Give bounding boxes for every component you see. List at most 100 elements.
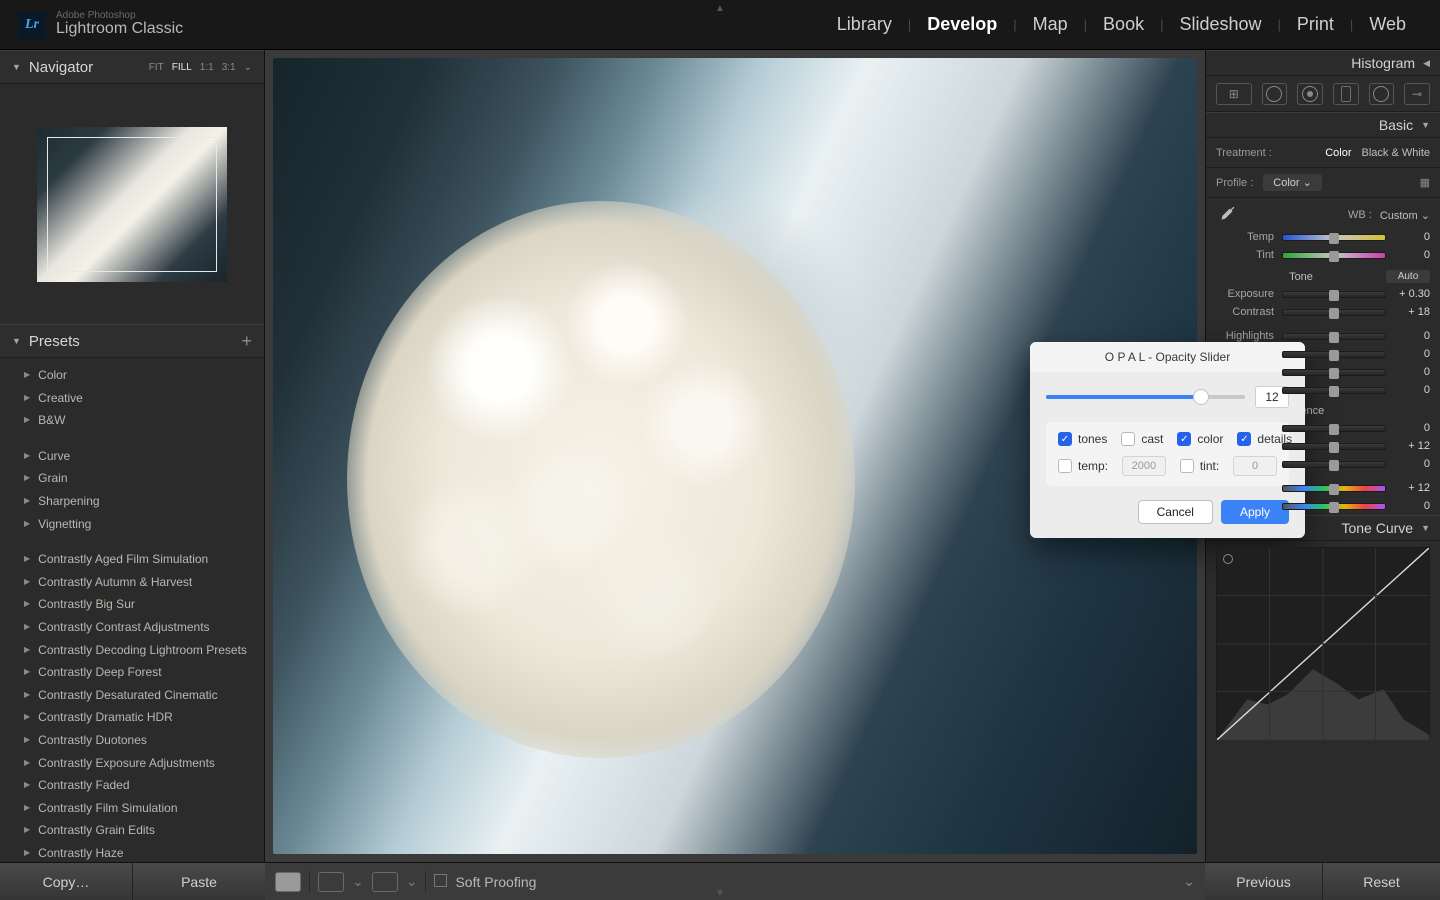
module-map[interactable]: Map (1017, 14, 1084, 35)
paste-button[interactable]: Paste (133, 863, 265, 900)
preset-folder[interactable]: ▶Contrastly Duotones (0, 729, 264, 752)
radial-tool-icon[interactable] (1369, 83, 1395, 105)
preset-folder[interactable]: ▶Creative (0, 387, 264, 410)
basic-header[interactable]: Basic▼ (1206, 112, 1440, 138)
chevron-right-icon: ▶ (24, 576, 30, 588)
preset-folder[interactable]: ▶Contrastly Faded (0, 774, 264, 797)
zoom-1to1[interactable]: 1:1 (200, 62, 214, 73)
temp-input[interactable]: 2000 (1122, 456, 1166, 476)
slider-tint[interactable]: Tint0 (1206, 246, 1440, 264)
preset-folder[interactable]: ▶Contrastly Deep Forest (0, 661, 264, 684)
profile-grid-icon[interactable]: ▦ (1420, 176, 1430, 189)
loupe-view-icon[interactable] (275, 872, 301, 892)
preset-folder[interactable]: ▶Contrastly Contrast Adjustments (0, 616, 264, 639)
reset-button[interactable]: Reset (1323, 863, 1440, 900)
slider-temp[interactable]: Temp0 (1206, 228, 1440, 246)
preset-folder[interactable]: ▶Curve (0, 445, 264, 468)
spot-tool-icon[interactable] (1262, 83, 1288, 105)
wb-value[interactable]: Custom (1380, 210, 1418, 222)
treatment-color[interactable]: Color (1325, 147, 1351, 159)
checkbox-tones[interactable]: ✓tones (1058, 432, 1107, 446)
profile-row[interactable]: Profile : Color ⌄ ▦ (1206, 168, 1440, 198)
preset-group-contrastly: ▶Contrastly Aged Film Simulation▶Contras… (0, 542, 264, 862)
opacity-slider[interactable]: 12 (1046, 386, 1289, 408)
before-after-tb-icon[interactable] (372, 872, 398, 892)
module-library[interactable]: Library (821, 14, 908, 35)
crop-tool-icon[interactable]: ⊞ (1216, 83, 1252, 105)
left-panel: ▼ Navigator FIT FILL 1:1 3:1 ⌄ ▼ Presets… (0, 50, 265, 862)
preset-folder[interactable]: ▶Contrastly Exposure Adjustments (0, 752, 264, 775)
before-after-lr-icon[interactable] (318, 872, 344, 892)
image-preview-area[interactable]: O P A L - Opacity Slider 12 ✓tones cast … (265, 50, 1205, 862)
navigator-header[interactable]: ▼ Navigator FIT FILL 1:1 3:1 ⌄ (0, 50, 264, 84)
chevron-right-icon: ▶ (24, 495, 30, 507)
copy-button[interactable]: Copy… (0, 863, 133, 900)
preset-folder[interactable]: ▶Contrastly Aged Film Simulation (0, 548, 264, 571)
preset-folder[interactable]: ▶Sharpening (0, 490, 264, 513)
chevron-right-icon: ▶ (24, 824, 30, 836)
preset-folder[interactable]: ▶Contrastly Big Sur (0, 593, 264, 616)
collapse-icon: ▼ (12, 336, 21, 346)
chevron-right-icon: ▶ (24, 711, 30, 723)
checkbox-icon: ✓ (1237, 432, 1251, 446)
soft-proof-toggle[interactable]: Soft Proofing (434, 874, 536, 890)
add-preset-icon[interactable]: + (241, 331, 252, 352)
preset-group-defaults: ▶Color ▶Creative ▶B&W (0, 358, 264, 439)
slider-exposure[interactable]: Exposure+ 0.30 (1206, 285, 1440, 303)
navigator-thumb[interactable] (0, 84, 264, 324)
checkbox-cast[interactable]: cast (1121, 432, 1163, 446)
preset-folder[interactable]: ▶Contrastly Autumn & Harvest (0, 571, 264, 594)
eyedropper-icon[interactable] (1216, 204, 1238, 226)
profile-value[interactable]: Color (1273, 177, 1299, 189)
chevron-right-icon: ▶ (24, 734, 30, 746)
preset-folder[interactable]: ▶Color (0, 364, 264, 387)
collapse-top-icon[interactable]: ▲ (715, 3, 725, 14)
zoom-fill[interactable]: FILL (172, 62, 192, 73)
before-after-more-icon[interactable]: ⌄ (352, 873, 364, 890)
navigator-crop-frame[interactable] (47, 137, 217, 272)
preset-folder[interactable]: ▶Contrastly Decoding Lightroom Presets (0, 639, 264, 662)
chevron-right-icon: ▶ (24, 369, 30, 381)
histogram-header[interactable]: Histogram◀ (1206, 50, 1440, 76)
zoom-fit[interactable]: FIT (149, 62, 164, 73)
cancel-button[interactable]: Cancel (1138, 500, 1213, 524)
brush-tool-icon[interactable]: ⊸ (1404, 83, 1430, 105)
preset-folder[interactable]: ▶Contrastly Film Simulation (0, 797, 264, 820)
navigator-zoom-opts[interactable]: FIT FILL 1:1 3:1 ⌄ (149, 62, 252, 73)
zoom-more-icon[interactable]: ⌄ (244, 62, 252, 73)
preset-folder[interactable]: ▶Contrastly Grain Edits (0, 819, 264, 842)
preset-folder[interactable]: ▶Grain (0, 467, 264, 490)
checkbox-tint[interactable]: tint: (1180, 456, 1219, 476)
zoom-3to1[interactable]: 3:1 (222, 62, 236, 73)
chevron-left-icon: ◀ (1423, 58, 1430, 69)
checkbox-color[interactable]: ✓color (1177, 432, 1223, 446)
treatment-bw[interactable]: Black & White (1362, 147, 1430, 159)
redeye-tool-icon[interactable] (1297, 83, 1323, 105)
module-web[interactable]: Web (1353, 14, 1422, 35)
opacity-thumb[interactable] (1193, 389, 1209, 405)
apply-button[interactable]: Apply (1221, 500, 1289, 524)
chevron-right-icon: ▶ (24, 779, 30, 791)
auto-button[interactable]: Auto (1386, 270, 1430, 283)
preset-folder[interactable]: ▶Vignetting (0, 513, 264, 536)
preset-folder[interactable]: ▶Contrastly Dramatic HDR (0, 706, 264, 729)
chevron-right-icon: ▶ (24, 518, 30, 530)
preset-folder[interactable]: ▶Contrastly Haze (0, 842, 264, 862)
before-after-more2-icon[interactable]: ⌄ (406, 873, 418, 890)
checkbox-temp[interactable]: temp: (1058, 456, 1108, 476)
preset-folder[interactable]: ▶Contrastly Desaturated Cinematic (0, 684, 264, 707)
tint-input[interactable]: 0 (1233, 456, 1277, 476)
module-slideshow[interactable]: Slideshow (1163, 14, 1277, 35)
previous-button[interactable]: Previous (1205, 863, 1323, 900)
toolbar-more-icon[interactable]: ⌄ (1183, 873, 1195, 890)
preset-folder[interactable]: ▶B&W (0, 409, 264, 432)
grad-tool-icon[interactable] (1333, 83, 1359, 105)
slider-contrast[interactable]: Contrast+ 18 (1206, 303, 1440, 321)
tone-curve-graph[interactable] (1216, 547, 1430, 737)
collapse-bottom-icon[interactable]: ▼ (715, 888, 725, 899)
module-develop[interactable]: Develop (911, 14, 1013, 35)
presets-header[interactable]: ▼ Presets + (0, 324, 264, 358)
module-print[interactable]: Print (1281, 14, 1350, 35)
opacity-track[interactable] (1046, 395, 1245, 399)
module-book[interactable]: Book (1087, 14, 1160, 35)
